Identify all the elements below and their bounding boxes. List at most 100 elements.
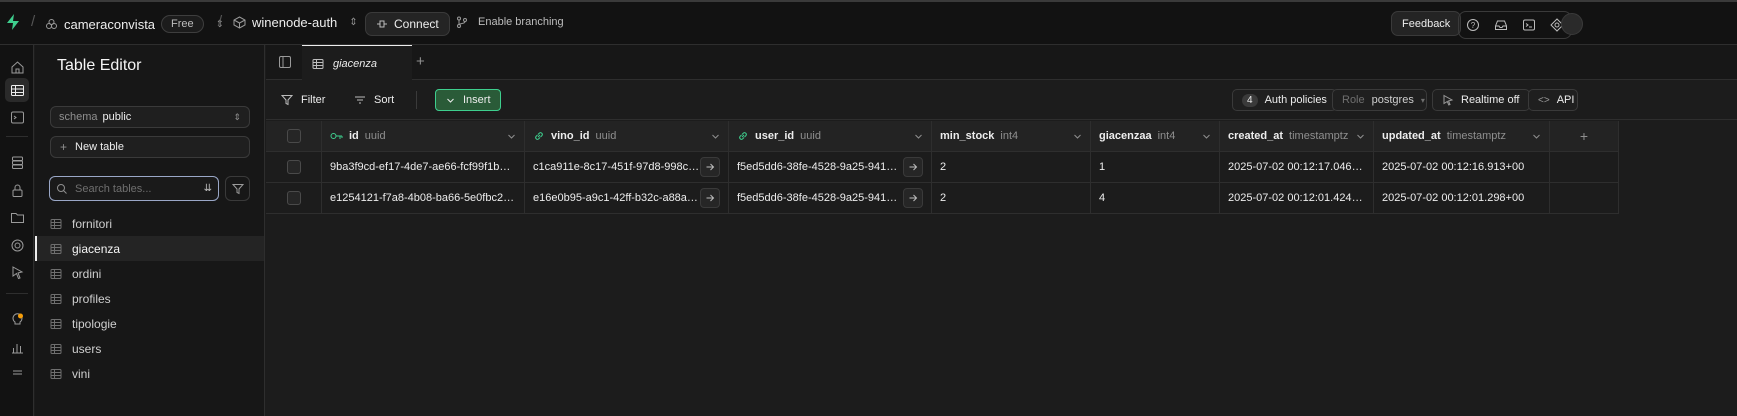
chevron-down-icon[interactable]	[711, 132, 720, 141]
auth-lock-icon[interactable]	[5, 178, 29, 202]
table-row[interactable]: 9ba3f9cd-ef17-4de7-ae66-fcf99f1baa22 c1ca…	[266, 152, 1619, 183]
table-icon	[50, 368, 62, 380]
sql-editor-icon[interactable]	[5, 105, 29, 129]
filter-label: Filter	[301, 94, 326, 106]
row-checkbox[interactable]	[286, 160, 301, 174]
sidebar-table-users[interactable]: users	[35, 336, 264, 361]
sidebar-table-profiles[interactable]: profiles	[35, 286, 264, 311]
sidebar-table-label: ordini	[72, 266, 102, 281]
cell-updated-at[interactable]: 2025-07-02 00:12:01.298+00	[1374, 183, 1550, 213]
sort-icon	[354, 94, 366, 106]
feedback-button[interactable]: Feedback	[1391, 11, 1462, 36]
inbox-icon[interactable]	[1487, 12, 1515, 38]
home-icon[interactable]	[5, 55, 29, 79]
column-header-giacenzaa[interactable]: giacenzaa int4	[1091, 121, 1220, 151]
reports-chart-icon[interactable]	[5, 335, 29, 359]
column-header-user-id[interactable]: user_id uuid	[729, 121, 932, 151]
column-header-created-at[interactable]: created_at timestamptz	[1220, 121, 1374, 151]
logs-list-icon[interactable]	[5, 363, 29, 387]
sidebar-table-tipologie[interactable]: tipologie	[35, 311, 264, 336]
filter-tables-button[interactable]	[225, 176, 250, 201]
cell-vino-id[interactable]: c1ca911e-8c17-451f-97d8-998c037…	[525, 152, 729, 182]
column-header-min-stock[interactable]: min_stock int4	[932, 121, 1091, 151]
auth-policies-button[interactable]: 4 Auth policies	[1232, 89, 1337, 111]
cell-giacenzaa[interactable]: 1	[1091, 152, 1220, 182]
cell-created-at[interactable]: 2025-07-02 00:12:17.046456+00	[1220, 152, 1374, 182]
column-type: timestamptz	[1289, 130, 1349, 142]
select-all-checkbox[interactable]	[286, 129, 301, 143]
column-name: vino_id	[551, 130, 590, 142]
realtime-toggle-button[interactable]: Realtime off	[1432, 89, 1530, 111]
connect-button[interactable]: Connect	[365, 12, 450, 36]
chevron-down-icon[interactable]	[1202, 132, 1211, 141]
insert-button[interactable]: Insert	[435, 89, 501, 111]
chevron-down-icon[interactable]	[507, 132, 516, 141]
cell-id[interactable]: 9ba3f9cd-ef17-4de7-ae66-fcf99f1baa22	[322, 152, 525, 182]
sidebar-table-vini[interactable]: vini	[35, 361, 264, 386]
sidebar-table-label: fornitori	[72, 216, 113, 231]
cell-value: e1254121-f7a8-4b08-ba66-5e0fbc220661	[330, 192, 516, 204]
chevron-down-icon: ▾	[1420, 95, 1425, 105]
table-icon	[312, 58, 324, 70]
arrow-right-icon[interactable]	[903, 188, 923, 208]
arrow-right-icon[interactable]	[903, 157, 923, 177]
cell-user-id[interactable]: f5ed5dd6-38fe-4528-9a25-941e0…	[729, 183, 932, 213]
chevron-down-icon[interactable]	[1532, 132, 1541, 141]
org-breadcrumb[interactable]: cameraconvista Free ⇕	[45, 15, 224, 33]
user-avatar[interactable]	[1561, 13, 1583, 35]
cell-id[interactable]: e1254121-f7a8-4b08-ba66-5e0fbc220661	[322, 183, 525, 213]
edge-functions-icon[interactable]	[5, 233, 29, 257]
arrow-right-icon[interactable]	[700, 188, 720, 208]
git-branch-icon	[456, 16, 468, 28]
add-column-cell: +	[1550, 121, 1619, 151]
chevron-down-icon[interactable]	[1073, 132, 1082, 141]
cell-min-stock[interactable]: 2	[932, 152, 1091, 182]
search-tables-field[interactable]: ⇊	[49, 176, 219, 201]
column-header-updated-at[interactable]: updated_at timestamptz	[1374, 121, 1550, 151]
help-icon[interactable]: ?	[1459, 12, 1487, 38]
storage-folder-icon[interactable]	[5, 205, 29, 229]
sidebar-table-fornitori[interactable]: fornitori	[35, 211, 264, 236]
role-selector[interactable]: Role postgres ▾	[1332, 89, 1427, 111]
row-checkbox[interactable]	[286, 191, 301, 205]
realtime-cursor-icon[interactable]	[5, 260, 29, 284]
row-select-cell	[266, 152, 322, 182]
column-header-id[interactable]: id uuid	[322, 121, 525, 151]
chevron-up-down-icon[interactable]: ⇕	[349, 17, 357, 28]
tab-giacenza[interactable]: giacenza	[302, 45, 412, 81]
api-button[interactable]: <> API	[1528, 89, 1578, 111]
cell-giacenzaa[interactable]: 4	[1091, 183, 1220, 213]
column-header-vino-id[interactable]: vino_id uuid	[525, 121, 729, 151]
cell-value: 2	[940, 192, 947, 204]
new-table-button[interactable]: + New table	[50, 136, 250, 158]
sidebar-table-ordini[interactable]: ordini	[35, 261, 264, 286]
table-editor-icon[interactable]	[5, 78, 29, 102]
filter-button[interactable]: Filter	[281, 89, 325, 111]
auth-policies-label: Auth policies	[1264, 94, 1327, 106]
search-input[interactable]	[75, 182, 195, 195]
realtime-cursor-icon	[1442, 94, 1454, 106]
cell-updated-at[interactable]: 2025-07-02 00:12:16.913+00	[1374, 152, 1550, 182]
database-icon[interactable]	[5, 150, 29, 174]
org-icon	[45, 18, 58, 31]
cell-min-stock[interactable]: 2	[932, 183, 1091, 213]
sort-button[interactable]: Sort	[354, 89, 394, 111]
supabase-logo-icon[interactable]	[4, 13, 22, 31]
sort-toggle-icon[interactable]: ⇊	[204, 183, 212, 194]
table-row[interactable]: e1254121-f7a8-4b08-ba66-5e0fbc220661 e16e…	[266, 183, 1619, 214]
toggle-sidebar-icon[interactable]	[278, 55, 292, 69]
sidebar-table-giacenza[interactable]: giacenza	[35, 236, 264, 261]
add-column-icon[interactable]: +	[1580, 128, 1588, 144]
chevron-down-icon[interactable]	[914, 132, 923, 141]
cell-user-id[interactable]: f5ed5dd6-38fe-4528-9a25-941e0…	[729, 152, 932, 182]
chevron-down-icon[interactable]	[1356, 132, 1365, 141]
cell-vino-id[interactable]: e16e0b95-a9c1-42ff-b32c-a88af7…	[525, 183, 729, 213]
project-breadcrumb[interactable]: winenode-auth ⇕	[233, 15, 358, 30]
enable-branching-button[interactable]: Enable branching	[456, 16, 564, 28]
terminal-icon[interactable]	[1515, 12, 1543, 38]
cell-created-at[interactable]: 2025-07-02 00:12:01.424047+00	[1220, 183, 1374, 213]
advisors-lightbulb-icon[interactable]	[5, 307, 29, 331]
add-tab-icon[interactable]: +	[416, 53, 425, 70]
arrow-right-icon[interactable]	[700, 157, 720, 177]
schema-selector[interactable]: schema public ⇕	[50, 106, 250, 128]
